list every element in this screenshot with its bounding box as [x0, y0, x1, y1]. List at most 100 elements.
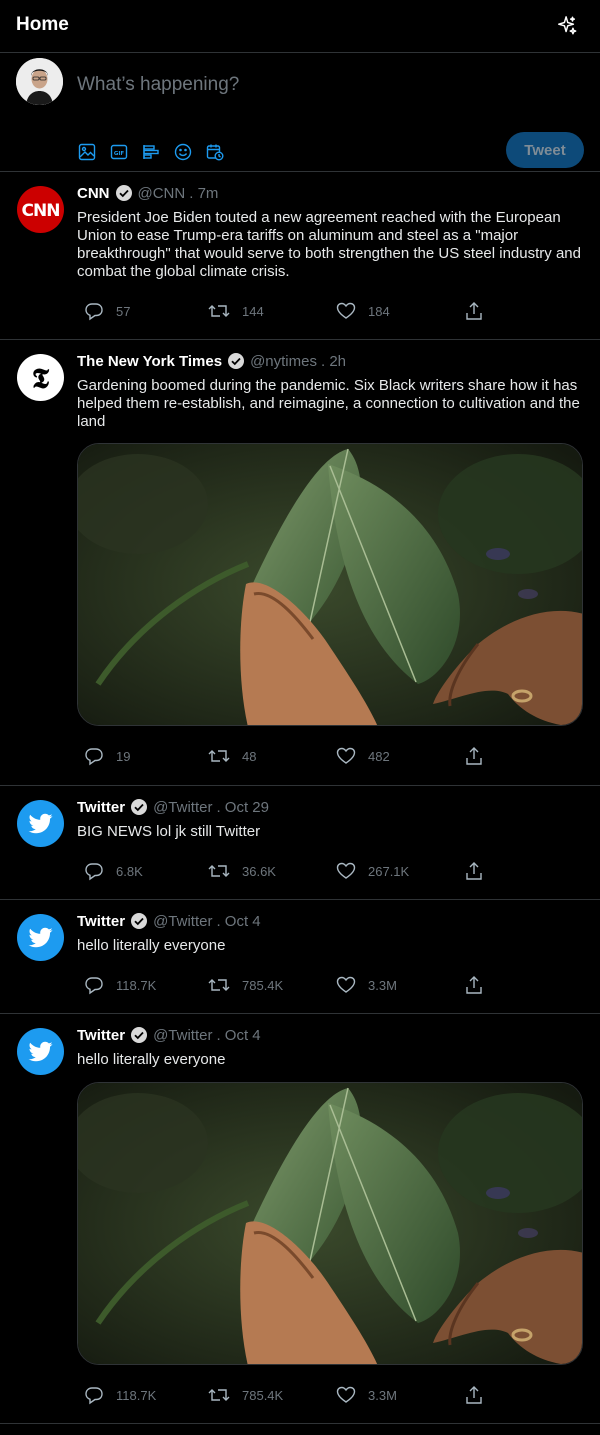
- tweet-header: Twitter @Twitter . Oct 4: [77, 1026, 261, 1044]
- avatar[interactable]: [17, 800, 64, 847]
- sparkle-icon[interactable]: [556, 15, 578, 37]
- like-count: 267.1K: [368, 863, 410, 879]
- retweet-icon: [208, 979, 230, 991]
- like-count: 482: [368, 748, 390, 764]
- verified-icon: [130, 912, 148, 930]
- retweet-count: 48: [242, 748, 257, 764]
- reply-count: 118.7K: [116, 977, 157, 993]
- reply-icon: [85, 977, 103, 995]
- heart-icon: [336, 302, 356, 319]
- svg-text:CNN: CNN: [22, 201, 60, 221]
- tweet-time[interactable]: . 2h: [321, 353, 346, 370]
- reply-count: 57: [116, 303, 131, 319]
- image-icon[interactable]: [76, 141, 98, 163]
- avatar[interactable]: [17, 1028, 64, 1075]
- author-handle[interactable]: @Twitter: [153, 799, 212, 816]
- retweet-button[interactable]: 144: [208, 300, 264, 322]
- retweet-button[interactable]: 785.4K: [208, 1384, 283, 1406]
- tweet-cnn[interactable]: CNN CNN @CNN . 7m President Joe Biden to…: [0, 172, 600, 340]
- tweet-image[interactable]: [77, 1082, 583, 1365]
- like-count: 3.3M: [368, 977, 397, 993]
- author-handle[interactable]: @Twitter: [153, 1027, 212, 1044]
- tweet-nytimes[interactable]: 𝕿 The New York Times @nytimes . 2h Garde…: [0, 340, 600, 786]
- reply-button[interactable]: 118.7K: [84, 1384, 156, 1406]
- retweet-icon: [208, 1389, 230, 1401]
- tweet-time[interactable]: . Oct 4: [216, 1027, 260, 1044]
- twitter-bird-icon: [28, 1041, 53, 1062]
- retweet-button[interactable]: 785.4K: [208, 974, 283, 996]
- tweet-button[interactable]: Tweet: [506, 132, 584, 168]
- tweet-header: The New York Times @nytimes . 2h: [77, 352, 346, 370]
- tweet-text: hello literally everyone: [77, 1051, 226, 1068]
- author-handle[interactable]: @nytimes: [250, 353, 317, 370]
- reply-icon: [85, 748, 103, 766]
- like-button[interactable]: 482: [336, 745, 390, 767]
- like-button[interactable]: 184: [336, 300, 390, 322]
- retweet-button[interactable]: 36.6K: [208, 860, 276, 882]
- author-handle[interactable]: @CNN: [138, 185, 186, 202]
- share-button[interactable]: [464, 860, 484, 882]
- tweet-actions: 6.8K 36.6K 267.1K: [84, 860, 494, 882]
- share-icon: [466, 976, 482, 994]
- tweet-text: President Joe Biden touted a new agreeme…: [77, 209, 581, 280]
- share-button[interactable]: [464, 974, 484, 996]
- tweet-header: CNN @CNN . 7m: [77, 184, 218, 202]
- like-button[interactable]: 3.3M: [336, 974, 397, 996]
- tweet-actions: 118.7K 785.4K 3.3M: [84, 974, 494, 996]
- share-button[interactable]: [464, 745, 484, 767]
- reply-count: 19: [116, 748, 131, 764]
- share-button[interactable]: [464, 1384, 484, 1406]
- retweet-count: 36.6K: [242, 863, 276, 879]
- emoji-icon[interactable]: [172, 141, 194, 163]
- avatar[interactable]: [17, 914, 64, 961]
- tweet-time[interactable]: . Oct 4: [216, 913, 260, 930]
- poll-icon[interactable]: [140, 141, 162, 163]
- tweet-text: Gardening boomed during the pandemic. Si…: [77, 377, 580, 430]
- tweet-twitter[interactable]: Twitter @Twitter . Oct 29 BIG NEWS lol j…: [0, 786, 600, 900]
- compose-input[interactable]: What’s happening?: [77, 74, 239, 96]
- like-button[interactable]: 267.1K: [336, 860, 409, 882]
- tweet-image[interactable]: [77, 443, 583, 726]
- tweet-text: hello literally everyone: [77, 937, 226, 954]
- tweet-header: Twitter @Twitter . Oct 29: [77, 798, 269, 816]
- avatar[interactable]: CNN: [17, 186, 64, 233]
- svg-text:𝕿: 𝕿: [32, 362, 50, 395]
- tweet-time[interactable]: . Oct 29: [216, 799, 269, 816]
- twitter-bird-icon: [28, 813, 53, 834]
- share-icon: [466, 302, 482, 320]
- schedule-icon[interactable]: [204, 141, 226, 163]
- tweet-header: Twitter @Twitter . Oct 4: [77, 912, 261, 930]
- share-icon: [466, 1386, 482, 1404]
- avatar[interactable]: [16, 58, 63, 105]
- heart-icon: [336, 862, 356, 879]
- reply-button[interactable]: 57: [84, 300, 130, 322]
- reply-count: 118.7K: [116, 1387, 157, 1403]
- tweet-twitter[interactable]: Twitter @Twitter . Oct 4 hello literally…: [0, 900, 600, 1014]
- like-button[interactable]: 3.3M: [336, 1384, 397, 1406]
- author-name[interactable]: Twitter: [77, 1027, 125, 1044]
- twitter-bird-icon: [28, 927, 53, 948]
- gif-icon[interactable]: GIF: [108, 141, 130, 163]
- heart-icon: [336, 747, 356, 764]
- author-name[interactable]: Twitter: [77, 799, 125, 816]
- tweet-actions: 57 144 184: [84, 300, 494, 322]
- verified-icon: [227, 352, 245, 370]
- reply-button[interactable]: 19: [84, 745, 130, 767]
- verified-icon: [130, 798, 148, 816]
- retweet-button[interactable]: 48: [208, 745, 256, 767]
- reply-button[interactable]: 118.7K: [84, 974, 156, 996]
- reply-icon: [85, 1387, 103, 1405]
- tweet-twitter[interactable]: Twitter @Twitter . Oct 4 hello literally…: [0, 1014, 600, 1424]
- author-name[interactable]: CNN: [77, 185, 110, 202]
- heart-icon: [336, 976, 356, 993]
- avatar[interactable]: 𝕿: [17, 354, 64, 401]
- reply-button[interactable]: 6.8K: [84, 860, 143, 882]
- tweet-time[interactable]: . 7m: [189, 185, 218, 202]
- share-icon: [466, 862, 482, 880]
- share-button[interactable]: [464, 300, 484, 322]
- author-name[interactable]: The New York Times: [77, 353, 222, 370]
- author-handle[interactable]: @Twitter: [153, 913, 212, 930]
- top-bar: Home: [0, 0, 600, 53]
- share-icon: [466, 747, 482, 765]
- author-name[interactable]: Twitter: [77, 913, 125, 930]
